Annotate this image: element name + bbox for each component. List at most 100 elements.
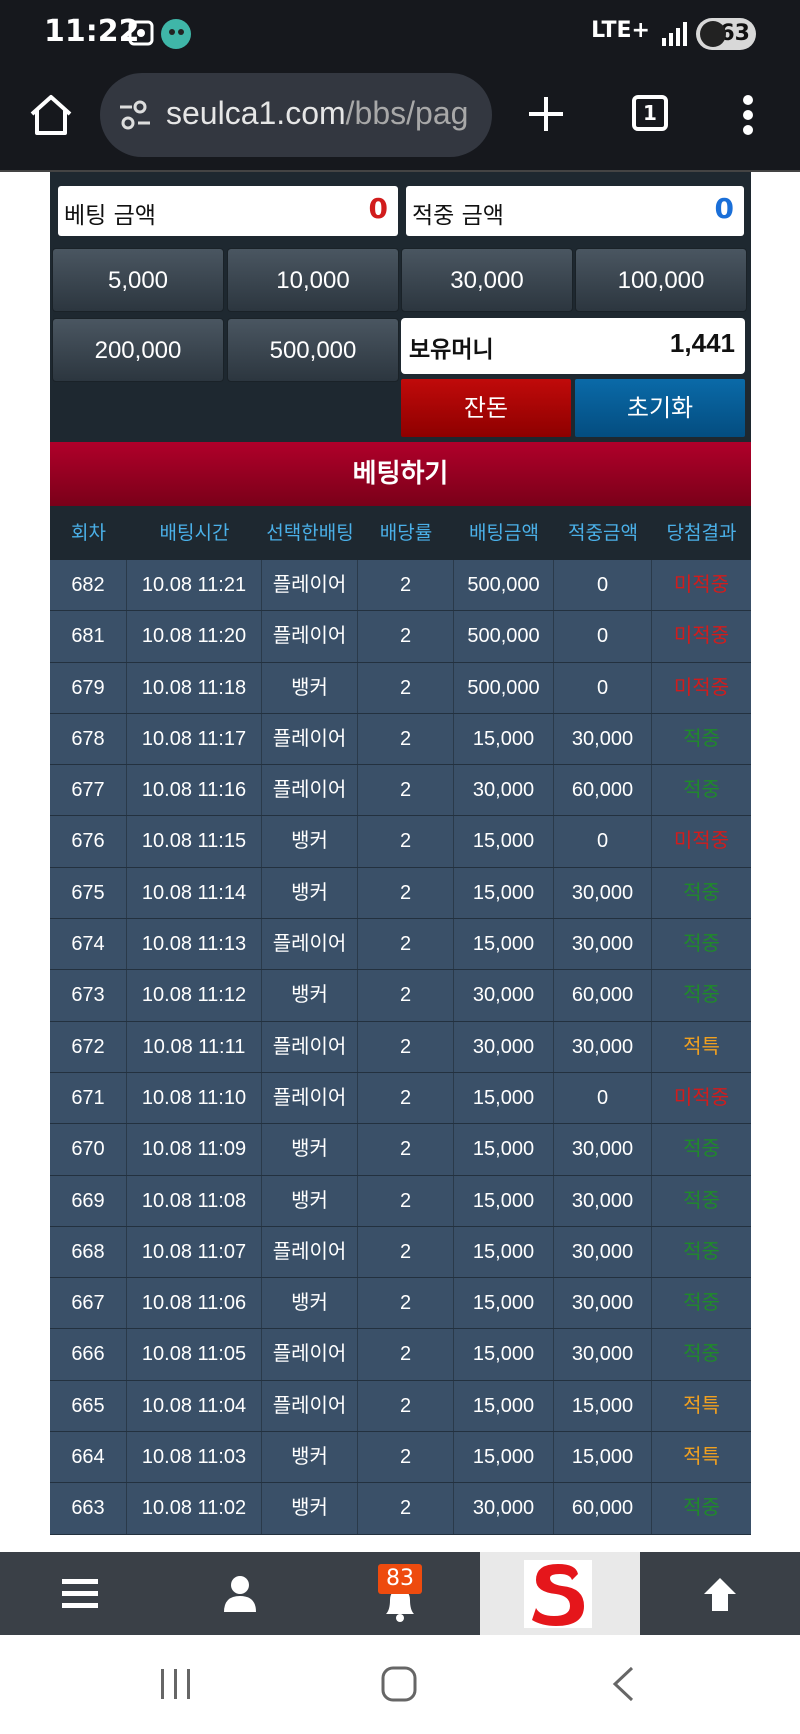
pick-cell: 뱅커 xyxy=(262,1124,358,1175)
result-cell: 적중 xyxy=(683,1497,720,1520)
result-cell: 적중 xyxy=(683,933,720,956)
back-nav-icon[interactable] xyxy=(610,1665,636,1703)
chip-5000-button[interactable]: 5,000 xyxy=(52,248,224,312)
chip-500000-button[interactable]: 500,000 xyxy=(227,318,399,382)
time-cell: 10.08 11:13 xyxy=(127,919,262,970)
round-cell: 664 xyxy=(50,1432,127,1483)
user-icon[interactable] xyxy=(222,1574,258,1614)
new-tab-icon[interactable] xyxy=(525,93,567,135)
pick-cell: 플레이어 xyxy=(262,765,358,816)
table-row: 664 10.08 11:03 뱅커 2 15,000 15,000 적특 xyxy=(50,1432,751,1484)
result-cell: 적중 xyxy=(683,1138,720,1161)
table-row: 665 10.08 11:04 플레이어 2 15,000 15,000 적특 xyxy=(50,1380,751,1433)
bet-amount-cell: 15,000 xyxy=(454,1432,554,1483)
signal-icon xyxy=(662,22,687,46)
bet-amount-cell: 30,000 xyxy=(454,1021,554,1072)
pick-cell: 뱅커 xyxy=(262,1175,358,1226)
bet-amount-cell: 15,000 xyxy=(454,1124,554,1175)
round-cell: 675 xyxy=(50,867,127,919)
bottom-nav: 83 xyxy=(0,1552,800,1635)
odds-cell: 2 xyxy=(358,1072,454,1124)
tab-switcher-button[interactable]: 1 xyxy=(632,95,668,131)
holding-money-label: 보유머니 xyxy=(409,337,494,363)
win-amount-cell: 15,000 xyxy=(554,1432,652,1483)
win-amount-cell: 0 xyxy=(554,1072,652,1124)
time-cell: 10.08 11:16 xyxy=(127,765,262,816)
result-cell: 적중 xyxy=(683,1343,720,1366)
win-amount-cell: 0 xyxy=(554,816,652,867)
bet-amount-cell: 15,000 xyxy=(454,816,554,867)
home-icon[interactable] xyxy=(28,92,74,138)
bet-amount-box: 베팅 금액 0 xyxy=(58,186,398,236)
header-win-amount: 적중금액 xyxy=(568,522,638,544)
bet-amount-cell: 30,000 xyxy=(454,1483,554,1534)
result-cell: 미적중 xyxy=(673,1086,730,1109)
time-cell: 10.08 11:06 xyxy=(127,1278,262,1329)
odds-cell: 2 xyxy=(358,919,454,970)
menu-icon[interactable] xyxy=(62,1576,98,1612)
place-bet-button[interactable]: 베팅하기 xyxy=(50,442,751,506)
round-cell: 668 xyxy=(50,1226,127,1278)
site-settings-icon[interactable] xyxy=(118,99,152,131)
url-host: seulca1.com xyxy=(166,95,346,131)
win-amount-cell: 60,000 xyxy=(554,970,652,1021)
odds-cell: 2 xyxy=(358,713,454,765)
result-cell: 적중 xyxy=(683,881,720,904)
time-cell: 10.08 11:08 xyxy=(127,1175,262,1226)
time-cell: 10.08 11:14 xyxy=(127,867,262,919)
pick-cell: 뱅커 xyxy=(262,1483,358,1534)
table-row: 674 10.08 11:13 플레이어 2 15,000 30,000 적중 xyxy=(50,919,751,971)
header-pick: 선택한배팅 xyxy=(266,522,354,544)
time-cell: 10.08 11:07 xyxy=(127,1226,262,1278)
pick-cell: 플레이어 xyxy=(262,1329,358,1380)
address-bar[interactable]: seulca1.com/bbs/pag xyxy=(100,73,492,157)
result-cell: 미적중 xyxy=(673,830,730,853)
time-cell: 10.08 11:21 xyxy=(127,560,262,611)
time-cell: 10.08 11:04 xyxy=(127,1380,262,1432)
recent-apps-icon[interactable] xyxy=(158,1667,194,1701)
chip-100000-button[interactable]: 100,000 xyxy=(575,248,747,312)
time-cell: 10.08 11:10 xyxy=(127,1072,262,1124)
url-text[interactable]: seulca1.com/bbs/pag xyxy=(166,95,476,132)
change-button[interactable]: 잔돈 xyxy=(401,379,571,437)
pick-cell: 플레이어 xyxy=(262,919,358,970)
site-logo[interactable] xyxy=(480,1552,640,1635)
home-nav-icon[interactable] xyxy=(380,1665,418,1703)
table-row: 663 10.08 11:02 뱅커 2 30,000 60,000 적중 xyxy=(50,1483,751,1535)
reset-button[interactable]: 초기화 xyxy=(575,379,745,437)
odds-cell: 2 xyxy=(358,816,454,867)
odds-cell: 2 xyxy=(358,1226,454,1278)
header-odds: 배당률 xyxy=(379,522,433,544)
round-cell: 667 xyxy=(50,1278,127,1329)
table-row: 679 10.08 11:18 뱅커 2 500,000 0 미적중 xyxy=(50,662,751,714)
bet-amount-label: 베팅 금액 xyxy=(64,203,156,229)
bet-amount-cell: 500,000 xyxy=(454,611,554,662)
arrow-up-icon[interactable] xyxy=(700,1574,740,1614)
win-amount-cell: 0 xyxy=(554,560,652,611)
chip-10000-button[interactable]: 10,000 xyxy=(227,248,399,312)
odds-cell: 2 xyxy=(358,867,454,919)
round-cell: 670 xyxy=(50,1124,127,1175)
bet-amount-cell: 30,000 xyxy=(454,970,554,1021)
more-menu-icon[interactable] xyxy=(740,92,756,138)
pick-cell: 플레이어 xyxy=(262,1226,358,1278)
bet-amount-cell: 15,000 xyxy=(454,1226,554,1278)
app-notification-icon xyxy=(161,19,191,49)
chip-200000-button[interactable]: 200,000 xyxy=(52,318,224,382)
system-nav-bar xyxy=(0,1635,800,1734)
pick-cell: 뱅커 xyxy=(262,1432,358,1483)
pick-cell: 뱅커 xyxy=(262,662,358,713)
table-row: 670 10.08 11:09 뱅커 2 15,000 30,000 적중 xyxy=(50,1124,751,1176)
bet-amount-cell: 15,000 xyxy=(454,1329,554,1380)
table-row: 666 10.08 11:05 플레이어 2 15,000 30,000 적중 xyxy=(50,1329,751,1381)
win-amount-cell: 30,000 xyxy=(554,713,652,765)
bet-amount-cell: 15,000 xyxy=(454,1175,554,1226)
win-amount-cell: 60,000 xyxy=(554,1483,652,1534)
time-cell: 10.08 11:09 xyxy=(127,1124,262,1175)
holding-money-value: 1,441 xyxy=(669,328,735,358)
round-cell: 676 xyxy=(50,816,127,867)
odds-cell: 2 xyxy=(358,560,454,611)
time-cell: 10.08 11:12 xyxy=(127,970,262,1021)
chip-30000-button[interactable]: 30,000 xyxy=(401,248,573,312)
bet-amount-cell: 500,000 xyxy=(454,560,554,611)
